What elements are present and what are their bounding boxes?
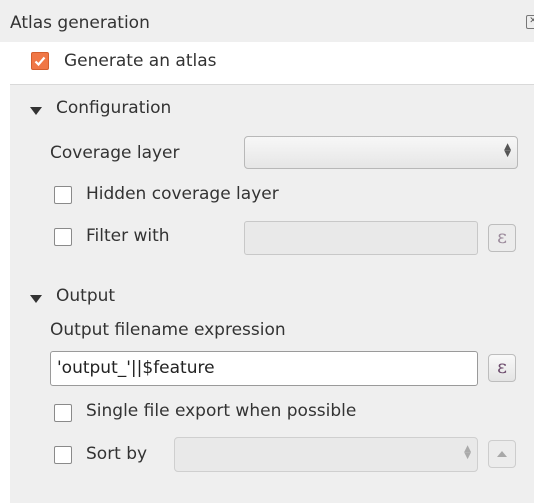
output-header[interactable]: Output: [56, 286, 115, 306]
hidden-coverage-label: Hidden coverage layer: [86, 184, 279, 204]
sort-ascending-icon: [497, 451, 507, 457]
checkbox-checked-icon[interactable]: [31, 52, 49, 70]
spin-arrows-icon: ▲ ▼: [464, 444, 471, 461]
collapse-arrow-icon[interactable]: [30, 295, 42, 303]
output-expression-button[interactable]: ε: [488, 354, 516, 382]
collapse-arrow-icon[interactable]: [30, 107, 42, 115]
filter-with-label: Filter with: [86, 226, 170, 246]
output-filename-value: 'output_'||$feature: [57, 358, 215, 378]
output-filename-field[interactable]: 'output_'||$feature: [50, 351, 478, 386]
hidden-coverage-checkbox[interactable]: [54, 186, 72, 204]
sort-by-checkbox[interactable]: [54, 446, 72, 464]
dock-title: Atlas generation: [10, 13, 150, 33]
coverage-layer-label: Coverage layer: [50, 143, 180, 163]
filter-with-checkbox[interactable]: [54, 228, 72, 246]
generate-atlas-label: Generate an atlas: [64, 51, 217, 71]
output-filename-label: Output filename expression: [50, 320, 286, 340]
filter-expression-button[interactable]: ε: [488, 224, 516, 252]
configuration-header[interactable]: Configuration: [56, 98, 171, 118]
close-icon[interactable]: ✕: [526, 15, 534, 29]
filter-expression-field[interactable]: [244, 221, 478, 255]
sort-order-button[interactable]: [488, 440, 516, 468]
single-file-export-label: Single file export when possible: [86, 401, 357, 421]
sort-by-label: Sort by: [86, 444, 148, 464]
dock-title-bar: Atlas generation ✕: [0, 0, 534, 42]
sort-by-combobox[interactable]: ▲ ▼: [174, 437, 478, 472]
spin-arrows-icon: ▲ ▼: [504, 142, 511, 159]
single-file-export-checkbox[interactable]: [54, 404, 72, 422]
coverage-layer-combobox[interactable]: ▲ ▼: [244, 136, 518, 169]
